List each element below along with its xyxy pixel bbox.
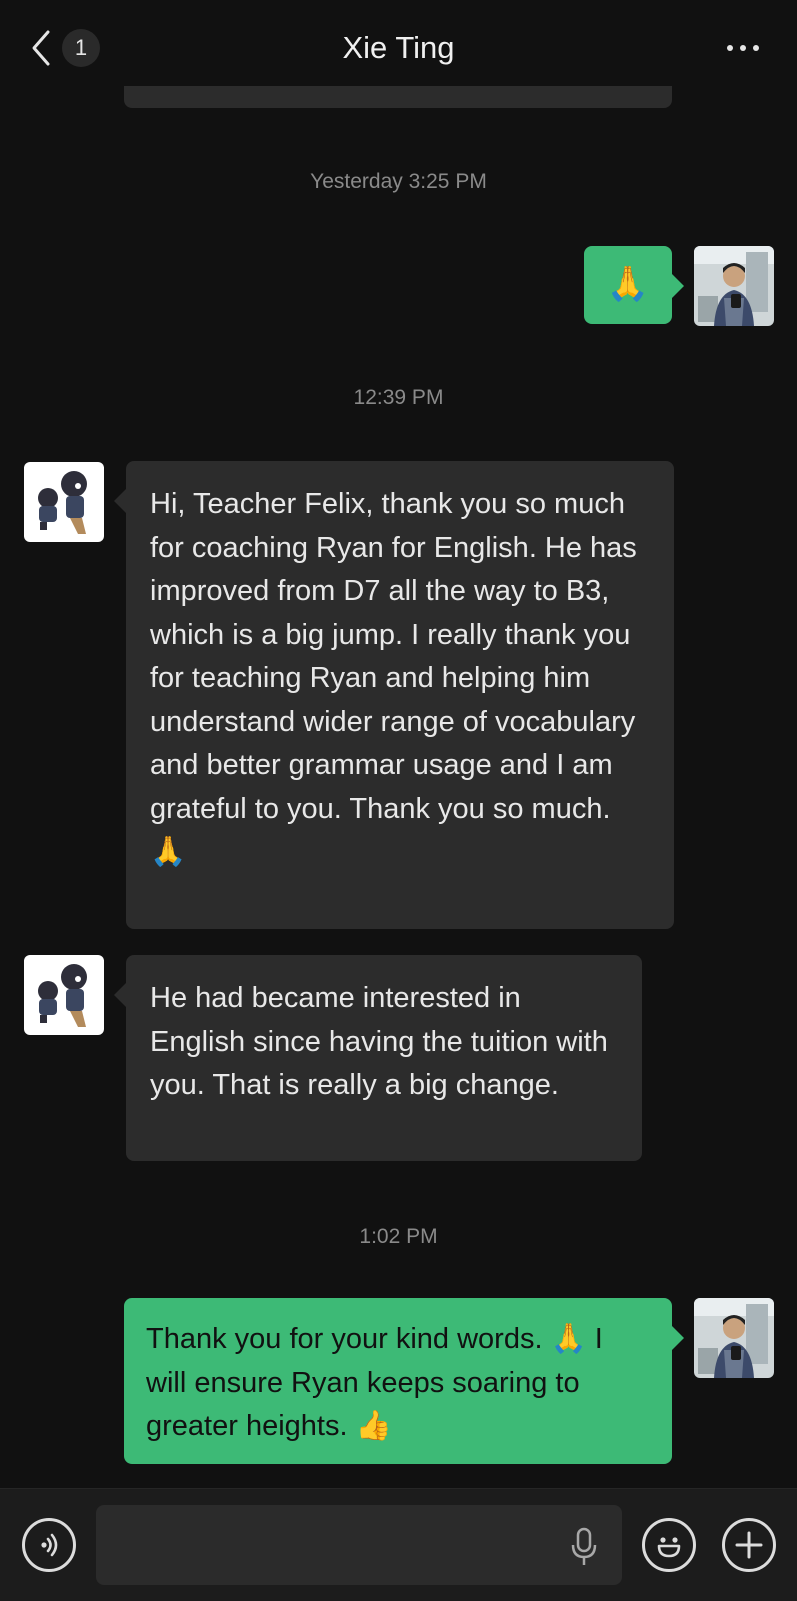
microphone-icon[interactable] xyxy=(570,1527,598,1567)
plus-button[interactable] xyxy=(722,1518,776,1572)
previous-message-bubble xyxy=(124,86,672,108)
user-photo-avatar-icon xyxy=(694,246,774,326)
more-dots-icon[interactable] xyxy=(727,36,767,60)
cartoon-avatar-icon xyxy=(24,462,104,542)
timestamp: 1:02 PM xyxy=(359,1225,438,1248)
plus-icon xyxy=(735,1531,763,1559)
message-input-bar xyxy=(0,1488,797,1601)
incoming-message-bubble[interactable]: Hi, Teacher Felix, thank you so much for… xyxy=(114,461,674,929)
emoji-button[interactable] xyxy=(642,1518,696,1572)
my-avatar[interactable] xyxy=(694,246,774,326)
incoming-message-bubble[interactable]: He had became interested in English sinc… xyxy=(114,955,642,1161)
outgoing-message-bubble[interactable]: Thank you for your kind words. 🙏 I will … xyxy=(124,1298,684,1464)
cartoon-avatar-icon xyxy=(24,955,104,1035)
voice-button[interactable] xyxy=(22,1518,76,1572)
outgoing-message-bubble[interactable]: 🙏 xyxy=(584,246,684,324)
message-input[interactable] xyxy=(96,1505,622,1585)
contact-avatar[interactable] xyxy=(24,955,104,1035)
contact-avatar[interactable] xyxy=(24,462,104,542)
timestamp: Yesterday 3:25 PM xyxy=(310,170,487,193)
emoji-icon xyxy=(657,1537,681,1558)
my-avatar[interactable] xyxy=(694,1298,774,1378)
voice-icon xyxy=(41,1533,58,1557)
chat-header: 1 Xie Ting xyxy=(0,0,797,96)
page-title: Xie Ting xyxy=(342,30,455,65)
timestamp: 12:39 PM xyxy=(353,386,444,409)
user-photo-avatar-icon xyxy=(694,1298,774,1378)
